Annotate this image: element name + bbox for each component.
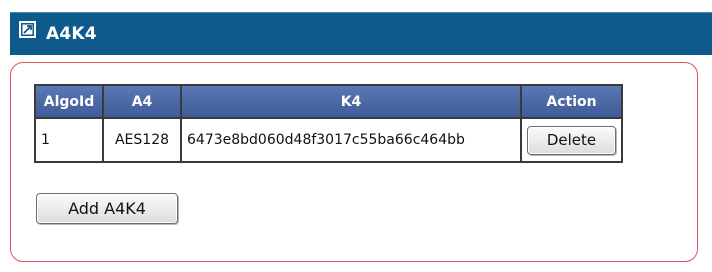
column-header-k4: K4 bbox=[180, 84, 522, 119]
table-row: 1 AES128 6473e8bd060d48f3017c55ba66c464b… bbox=[34, 117, 623, 163]
cell-action: Delete bbox=[520, 117, 623, 163]
cell-algoid: 1 bbox=[34, 117, 104, 163]
section-header: A4K4 bbox=[10, 12, 712, 55]
column-header-a4: A4 bbox=[102, 84, 182, 119]
a4k4-table: AlgoId A4 K4 Action 1 AES128 6473e8bd060… bbox=[34, 84, 623, 163]
delete-button[interactable]: Delete bbox=[527, 125, 616, 155]
add-a4k4-button[interactable]: Add A4K4 bbox=[36, 193, 178, 224]
a4k4-panel: AlgoId A4 K4 Action 1 AES128 6473e8bd060… bbox=[10, 62, 698, 262]
page: A4K4 AlgoId A4 K4 Action 1 AES128 6473e8… bbox=[0, 0, 712, 272]
cell-a4: AES128 bbox=[102, 117, 182, 163]
table-header-row: AlgoId A4 K4 Action bbox=[34, 84, 623, 119]
column-header-algoid: AlgoId bbox=[34, 84, 104, 119]
window-icon bbox=[19, 21, 36, 38]
cell-k4: 6473e8bd060d48f3017c55ba66c464bb bbox=[180, 117, 522, 163]
column-header-action: Action bbox=[520, 84, 623, 119]
page-title: A4K4 bbox=[46, 24, 97, 44]
